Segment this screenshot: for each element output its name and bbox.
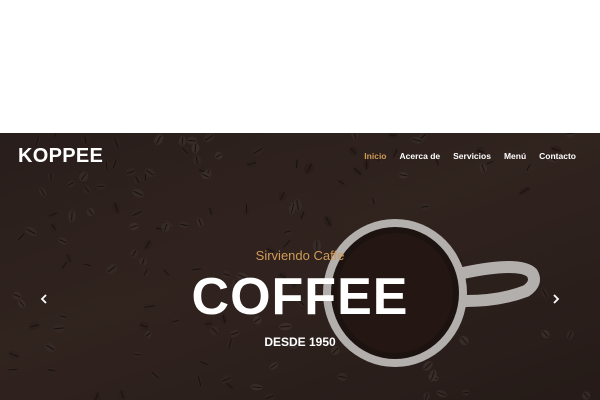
hero-overlay <box>0 133 600 400</box>
main-nav: Inicio Acerca de Servicios Menú Contacto <box>364 151 576 161</box>
hero-title: COFFEE <box>191 268 409 326</box>
brand-logo[interactable]: KOPPEE <box>18 145 103 168</box>
hero-carousel: KOPPEE Inicio Acerca de Servicios Menú C… <box>0 133 600 400</box>
nav-item-servicios[interactable]: Servicios <box>453 151 491 161</box>
hero-kicker: Sirviendo Caffe <box>255 248 345 263</box>
nav-item-contacto[interactable]: Contacto <box>539 151 576 161</box>
carousel-prev-button[interactable] <box>36 291 52 307</box>
carousel-next-button[interactable] <box>548 291 564 307</box>
chevron-right-icon <box>553 294 560 304</box>
hero-subtitle: DESDE 1950 <box>264 335 336 349</box>
chevron-left-icon <box>40 294 47 304</box>
nav-item-inicio[interactable]: Inicio <box>364 151 386 161</box>
nav-item-acerca-de[interactable]: Acerca de <box>400 151 441 161</box>
nav-item-menu[interactable]: Menú <box>504 151 526 161</box>
